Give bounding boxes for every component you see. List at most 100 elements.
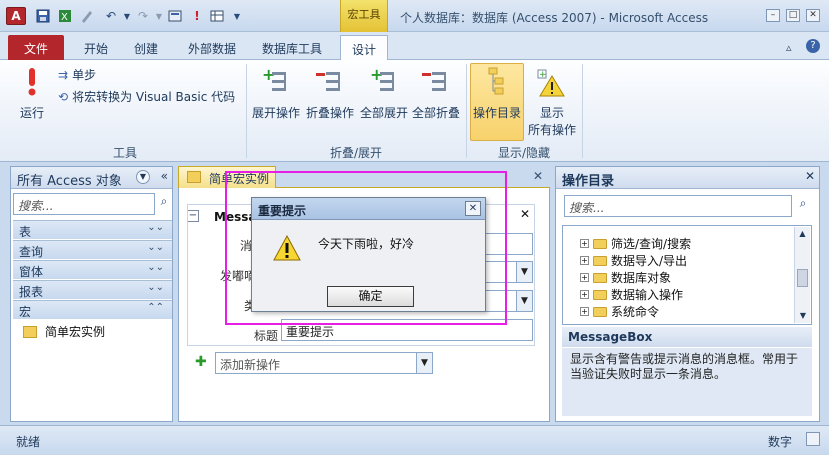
- tab-file[interactable]: 文件: [8, 35, 64, 60]
- macro-icon: [23, 325, 37, 338]
- add-action-dropdown-icon[interactable]: ▼: [416, 353, 432, 373]
- collapse-group-label: 折叠/展开: [329, 146, 383, 160]
- close-window-button[interactable]: ✕: [806, 9, 820, 22]
- title-field[interactable]: 重要提示: [281, 319, 533, 341]
- customize-qat-icon[interactable]: ▼: [228, 8, 246, 24]
- expand-tree-icon[interactable]: +: [580, 273, 589, 282]
- form-view-icon[interactable]: [166, 8, 184, 24]
- ribbon-body: 运行 ⇉ 单步 ⟲ 将宏转换为 Visual Basic 代码 工具 + 展开操…: [0, 60, 829, 162]
- tree-item-label: 数据导入/导出: [611, 254, 688, 268]
- minimize-button[interactable]: –: [766, 9, 780, 22]
- tab-database-tools[interactable]: 数据库工具: [252, 35, 332, 60]
- ribbon-minimize-icon[interactable]: ▵: [786, 41, 792, 54]
- catalog-detail-text: 显示含有警告或提示消息的消息框。常用于当验证失败时显示一条消息。: [562, 348, 812, 416]
- convert-to-vba-button[interactable]: ⟲ 将宏转换为 Visual Basic 代码: [58, 88, 235, 105]
- tree-item-data-entry[interactable]: + 数据输入操作: [580, 286, 683, 303]
- chevron-down-icon: ⌄⌄: [147, 222, 164, 233]
- tree-item-label: 系统命令: [611, 305, 660, 319]
- expand-tree-icon[interactable]: +: [580, 307, 589, 316]
- nav-pane-header: 所有 Access 对象 ▼ «: [11, 167, 172, 189]
- search-icon[interactable]: ⌕: [794, 196, 812, 216]
- help-icon[interactable]: ?: [806, 39, 820, 53]
- action-catalog-icon: [481, 66, 513, 98]
- type-dropdown-icon[interactable]: ▼: [516, 291, 532, 311]
- document-tab[interactable]: 简单宏实例: [178, 166, 276, 188]
- nav-pane-dropdown-icon[interactable]: ▼: [136, 170, 150, 184]
- collapse-action-button[interactable]: 折叠操作: [304, 64, 356, 121]
- tab-create[interactable]: 创建: [124, 35, 168, 60]
- show-all-actions-icon: +: [536, 66, 568, 98]
- run-button[interactable]: 运行: [12, 64, 52, 121]
- expand-all-button[interactable]: + 全部展开: [358, 64, 410, 121]
- folder-icon: [593, 289, 607, 300]
- access-logo-icon[interactable]: A: [6, 7, 26, 25]
- catalog-pane-title: 操作目录: [562, 174, 615, 189]
- expand-tree-icon[interactable]: +: [580, 256, 589, 265]
- tree-item-filter-query-search[interactable]: + 筛选/查询/搜索: [580, 235, 691, 252]
- macro-icon: [187, 171, 201, 183]
- catalog-scrollbar[interactable]: ▲ ▼: [794, 227, 810, 323]
- collapse-all-icon: [420, 66, 452, 98]
- view-icon[interactable]: [806, 432, 820, 446]
- search-icon[interactable]: ⌕: [155, 194, 173, 214]
- nav-pane-title[interactable]: 所有 Access 对象: [17, 174, 122, 189]
- scroll-thumb[interactable]: [797, 269, 808, 287]
- tree-item-data-import-export[interactable]: + 数据导入/导出: [580, 252, 687, 269]
- expand-tree-icon[interactable]: +: [580, 290, 589, 299]
- expand-tree-icon[interactable]: +: [580, 239, 589, 248]
- chevron-down-icon: ⌄⌄: [147, 242, 164, 253]
- single-step-label: 单步: [72, 68, 97, 82]
- close-catalog-icon[interactable]: ✕: [805, 169, 815, 183]
- exclamation-icon: [16, 66, 48, 98]
- expand-action-label: 展开操作: [251, 106, 300, 120]
- folder-icon: [593, 238, 607, 249]
- nav-category-reports[interactable]: 报表 ⌄⌄: [13, 280, 172, 299]
- dialog-close-button[interactable]: ✕: [465, 201, 481, 216]
- scroll-down-icon[interactable]: ▼: [795, 309, 811, 323]
- tab-design[interactable]: 设计: [340, 35, 388, 60]
- add-icon: ✚: [195, 354, 207, 370]
- dialog-message: 今天下雨啦，好冷: [318, 237, 415, 251]
- nav-category-label: 报表: [19, 285, 44, 299]
- collapse-all-button[interactable]: 全部折叠: [410, 64, 462, 121]
- nav-category-label: 宏: [19, 305, 32, 319]
- nav-category-tables[interactable]: 表 ⌄⌄: [13, 220, 172, 239]
- beep-dropdown-icon[interactable]: ▼: [516, 262, 532, 282]
- svg-text:+: +: [539, 70, 547, 80]
- action-catalog-button[interactable]: 操作目录: [470, 63, 524, 141]
- run-small-icon[interactable]: !: [188, 8, 206, 24]
- ribbon-tabs: 文件 开始 创建 外部数据 数据库工具 设计 ▵ ?: [0, 32, 829, 60]
- tab-external-data[interactable]: 外部数据: [178, 35, 246, 60]
- save-icon[interactable]: [34, 8, 52, 24]
- nav-category-queries[interactable]: 查询 ⌄⌄: [13, 240, 172, 259]
- excel-export-icon[interactable]: X: [56, 8, 74, 24]
- table-icon[interactable]: [208, 8, 226, 24]
- navigation-pane: 所有 Access 对象 ▼ « 搜索... ⌕ 表 ⌄⌄ 查询 ⌄⌄ 窗体 ⌄⌄ 报…: [10, 166, 173, 422]
- tree-item-system-commands[interactable]: + 系统命令: [580, 303, 659, 320]
- nav-search-input[interactable]: 搜索...: [13, 193, 155, 215]
- catalog-search-input[interactable]: 搜索...: [564, 195, 792, 217]
- show-all-actions-button[interactable]: + 显示 所有操作: [526, 64, 578, 138]
- tab-home[interactable]: 开始: [74, 35, 118, 60]
- nav-macro-item[interactable]: 简单宏实例: [23, 323, 105, 340]
- scroll-up-icon[interactable]: ▲: [795, 227, 810, 241]
- expand-all-icon: +: [368, 65, 400, 98]
- expand-action-icon: +: [260, 65, 292, 98]
- tree-item-database-objects[interactable]: + 数据库对象: [580, 269, 671, 286]
- expand-action-button[interactable]: + 展开操作: [250, 64, 302, 121]
- close-document-icon[interactable]: ✕: [533, 169, 543, 183]
- status-text: 就绪: [16, 435, 41, 449]
- edit-icon[interactable]: [78, 8, 96, 24]
- tools-group-label: 工具: [112, 146, 137, 160]
- single-step-button[interactable]: ⇉ 单步: [58, 66, 96, 83]
- nav-pane-collapse-icon[interactable]: «: [161, 169, 168, 183]
- add-action-combo[interactable]: 添加新操作: [215, 352, 433, 374]
- delete-block-icon[interactable]: ✕: [520, 207, 530, 221]
- nav-category-macros[interactable]: 宏 ⌃⌃: [13, 300, 172, 319]
- maximize-button[interactable]: □: [786, 9, 800, 22]
- tree-item-label: 数据输入操作: [611, 288, 684, 302]
- nav-category-forms[interactable]: 窗体 ⌄⌄: [13, 260, 172, 279]
- ok-button[interactable]: 确定: [327, 286, 414, 307]
- chevron-down-icon: ⌄⌄: [147, 262, 164, 273]
- message-field[interactable]: [479, 233, 533, 255]
